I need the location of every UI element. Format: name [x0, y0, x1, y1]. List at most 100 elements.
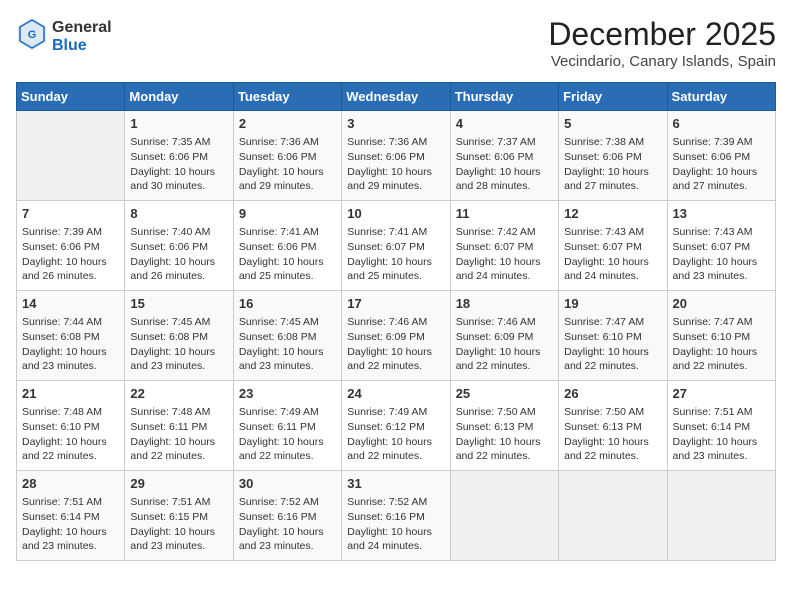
- calendar-cell: 21Sunrise: 7:48 AMSunset: 6:10 PMDayligh…: [17, 381, 125, 471]
- day-info: Sunrise: 7:45 AMSunset: 6:08 PMDaylight:…: [239, 315, 336, 374]
- calendar-cell: 29Sunrise: 7:51 AMSunset: 6:15 PMDayligh…: [125, 471, 233, 561]
- day-info: Sunrise: 7:51 AMSunset: 6:14 PMDaylight:…: [22, 495, 119, 554]
- day-info: Sunrise: 7:51 AMSunset: 6:14 PMDaylight:…: [673, 405, 770, 464]
- header-sunday: Sunday: [17, 83, 125, 111]
- day-info: Sunrise: 7:41 AMSunset: 6:07 PMDaylight:…: [347, 225, 444, 284]
- day-number: 23: [239, 385, 336, 403]
- day-number: 20: [673, 295, 770, 313]
- day-info: Sunrise: 7:50 AMSunset: 6:13 PMDaylight:…: [564, 405, 661, 464]
- day-number: 30: [239, 475, 336, 493]
- calendar-cell: 15Sunrise: 7:45 AMSunset: 6:08 PMDayligh…: [125, 291, 233, 381]
- day-number: 29: [130, 475, 227, 493]
- day-info: Sunrise: 7:49 AMSunset: 6:11 PMDaylight:…: [239, 405, 336, 464]
- day-number: 1: [130, 115, 227, 133]
- calendar-cell: 20 Sunrise: 7:47 AMSunset: 6:10 PMDayligh…: [667, 291, 775, 381]
- page-header: G General Blue December 2025 Vecindario,…: [16, 16, 776, 70]
- calendar-cell: 9 Sunrise: 7:41 AMSunset: 6:06 PMDaylight…: [233, 201, 341, 291]
- calendar-week-4: 21Sunrise: 7:48 AMSunset: 6:10 PMDayligh…: [17, 381, 776, 471]
- calendar-cell: 2 Sunrise: 7:36 AMSunset: 6:06 PMDaylight…: [233, 111, 341, 201]
- day-info: Sunrise: 7:37 AMSunset: 6:06 PMDaylight:…: [456, 135, 553, 194]
- calendar-week-5: 28 Sunrise: 7:51 AMSunset: 6:14 PMDayligh…: [17, 471, 776, 561]
- calendar-cell: 23 Sunrise: 7:49 AMSunset: 6:11 PMDayligh…: [233, 381, 341, 471]
- day-number: 31: [347, 475, 444, 493]
- calendar-cell: 30 Sunrise: 7:52 AMSunset: 6:16 PMDayligh…: [233, 471, 341, 561]
- calendar-cell: [450, 471, 558, 561]
- calendar-cell: 14 Sunrise: 7:44 AMSunset: 6:08 PMDayligh…: [17, 291, 125, 381]
- day-info: Sunrise: 7:43 AMSunset: 6:07 PMDaylight:…: [564, 225, 661, 284]
- day-info: Sunrise: 7:35 AMSunset: 6:06 PMDaylight:…: [130, 135, 227, 194]
- calendar-week-3: 14 Sunrise: 7:44 AMSunset: 6:08 PMDayligh…: [17, 291, 776, 381]
- calendar-cell: 22 Sunrise: 7:48 AMSunset: 6:11 PMDayligh…: [125, 381, 233, 471]
- day-info: Sunrise: 7:45 AMSunset: 6:08 PMDaylight:…: [130, 315, 227, 374]
- day-number: 22: [130, 385, 227, 403]
- header-saturday: Saturday: [667, 83, 775, 111]
- calendar-cell: 7Sunrise: 7:39 AMSunset: 6:06 PMDaylight…: [17, 201, 125, 291]
- calendar-cell: 25Sunrise: 7:50 AMSunset: 6:13 PMDayligh…: [450, 381, 558, 471]
- calendar-cell: 4Sunrise: 7:37 AMSunset: 6:06 PMDaylight…: [450, 111, 558, 201]
- day-info: Sunrise: 7:48 AMSunset: 6:10 PMDaylight:…: [22, 405, 119, 464]
- calendar-cell: 10 Sunrise: 7:41 AMSunset: 6:07 PMDayligh…: [342, 201, 450, 291]
- day-info: Sunrise: 7:43 AMSunset: 6:07 PMDaylight:…: [673, 225, 770, 284]
- day-number: 18: [456, 295, 553, 313]
- day-number: 25: [456, 385, 553, 403]
- day-info: Sunrise: 7:44 AMSunset: 6:08 PMDaylight:…: [22, 315, 119, 374]
- day-info: Sunrise: 7:41 AMSunset: 6:06 PMDaylight:…: [239, 225, 336, 284]
- header-monday: Monday: [125, 83, 233, 111]
- day-number: 2: [239, 115, 336, 133]
- day-number: 17: [347, 295, 444, 313]
- day-number: 28: [22, 475, 119, 493]
- day-number: 7: [22, 205, 119, 223]
- logo: G General Blue: [16, 16, 112, 57]
- svg-text:G: G: [28, 29, 37, 41]
- calendar-header-row: SundayMondayTuesdayWednesdayThursdayFrid…: [17, 83, 776, 111]
- day-number: 13: [673, 205, 770, 223]
- calendar-cell: 5 Sunrise: 7:38 AMSunset: 6:06 PMDaylight…: [559, 111, 667, 201]
- day-number: 3: [347, 115, 444, 133]
- day-number: 8: [130, 205, 227, 223]
- day-info: Sunrise: 7:48 AMSunset: 6:11 PMDaylight:…: [130, 405, 227, 464]
- calendar-cell: 12 Sunrise: 7:43 AMSunset: 6:07 PMDayligh…: [559, 201, 667, 291]
- month-title: December 2025: [548, 16, 776, 53]
- calendar-table: SundayMondayTuesdayWednesdayThursdayFrid…: [16, 82, 776, 561]
- day-info: Sunrise: 7:52 AMSunset: 6:16 PMDaylight:…: [347, 495, 444, 554]
- day-number: 27: [673, 385, 770, 403]
- day-info: Sunrise: 7:36 AMSunset: 6:06 PMDaylight:…: [347, 135, 444, 194]
- header-thursday: Thursday: [450, 83, 558, 111]
- calendar-cell: 16Sunrise: 7:45 AMSunset: 6:08 PMDayligh…: [233, 291, 341, 381]
- day-info: Sunrise: 7:52 AMSunset: 6:16 PMDaylight:…: [239, 495, 336, 554]
- day-info: Sunrise: 7:46 AMSunset: 6:09 PMDaylight:…: [456, 315, 553, 374]
- calendar-cell: 13 Sunrise: 7:43 AMSunset: 6:07 PMDayligh…: [667, 201, 775, 291]
- day-number: 26: [564, 385, 661, 403]
- day-number: 12: [564, 205, 661, 223]
- calendar-cell: [17, 111, 125, 201]
- logo-blue: Blue: [52, 37, 112, 55]
- calendar-cell: 3 Sunrise: 7:36 AMSunset: 6:06 PMDaylight…: [342, 111, 450, 201]
- day-info: Sunrise: 7:42 AMSunset: 6:07 PMDaylight:…: [456, 225, 553, 284]
- calendar-week-2: 7Sunrise: 7:39 AMSunset: 6:06 PMDaylight…: [17, 201, 776, 291]
- calendar-cell: 1 Sunrise: 7:35 AMSunset: 6:06 PMDaylight…: [125, 111, 233, 201]
- calendar-cell: 17 Sunrise: 7:46 AMSunset: 6:09 PMDayligh…: [342, 291, 450, 381]
- logo-text: General Blue: [52, 19, 112, 54]
- day-number: 14: [22, 295, 119, 313]
- day-info: Sunrise: 7:40 AMSunset: 6:06 PMDaylight:…: [130, 225, 227, 284]
- calendar-cell: 11Sunrise: 7:42 AMSunset: 6:07 PMDayligh…: [450, 201, 558, 291]
- day-info: Sunrise: 7:38 AMSunset: 6:06 PMDaylight:…: [564, 135, 661, 194]
- day-number: 5: [564, 115, 661, 133]
- day-number: 10: [347, 205, 444, 223]
- calendar-cell: 31 Sunrise: 7:52 AMSunset: 6:16 PMDayligh…: [342, 471, 450, 561]
- day-number: 24: [347, 385, 444, 403]
- calendar-cell: 28 Sunrise: 7:51 AMSunset: 6:14 PMDayligh…: [17, 471, 125, 561]
- day-number: 6: [673, 115, 770, 133]
- header-friday: Friday: [559, 83, 667, 111]
- calendar-cell: 6Sunrise: 7:39 AMSunset: 6:06 PMDaylight…: [667, 111, 775, 201]
- calendar-cell: 19Sunrise: 7:47 AMSunset: 6:10 PMDayligh…: [559, 291, 667, 381]
- logo-icon: G: [16, 16, 48, 57]
- day-info: Sunrise: 7:46 AMSunset: 6:09 PMDaylight:…: [347, 315, 444, 374]
- header-tuesday: Tuesday: [233, 83, 341, 111]
- calendar-week-1: 1 Sunrise: 7:35 AMSunset: 6:06 PMDaylight…: [17, 111, 776, 201]
- day-info: Sunrise: 7:47 AMSunset: 6:10 PMDaylight:…: [673, 315, 770, 374]
- day-info: Sunrise: 7:36 AMSunset: 6:06 PMDaylight:…: [239, 135, 336, 194]
- header-wednesday: Wednesday: [342, 83, 450, 111]
- day-number: 9: [239, 205, 336, 223]
- calendar-cell: 24Sunrise: 7:49 AMSunset: 6:12 PMDayligh…: [342, 381, 450, 471]
